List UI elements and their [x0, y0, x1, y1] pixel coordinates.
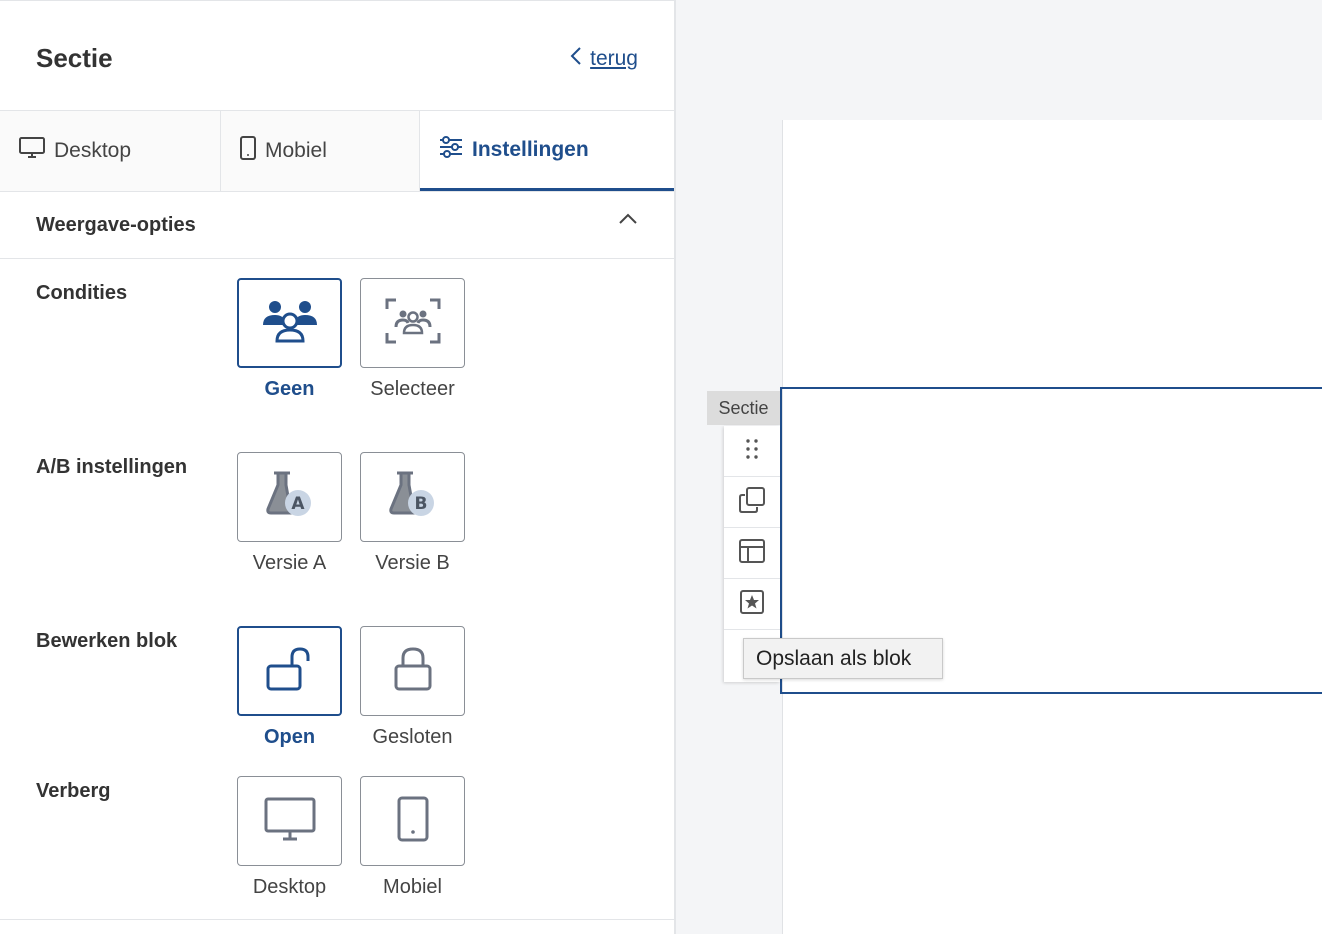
tab-mobiel-label: Mobiel	[265, 139, 327, 162]
tab-bar: Desktop Mobiel Instellingen	[0, 111, 674, 192]
option-versie-a[interactable]: A Versie A	[237, 452, 342, 575]
layout-button[interactable]	[724, 528, 780, 579]
panel-header: Sectie terug	[0, 1, 674, 111]
tab-instellingen[interactable]: Instellingen	[420, 111, 674, 191]
back-link[interactable]: terug	[570, 46, 638, 72]
mobile-icon	[396, 795, 430, 848]
desktop-icon	[18, 136, 46, 166]
duplicate-icon	[738, 486, 766, 519]
option-versie-b-label: Versie B	[375, 552, 450, 574]
option-selecteer-label: Selecteer	[370, 378, 455, 400]
row-label-ab: A/B instellingen	[36, 456, 188, 478]
mobile-icon	[239, 135, 257, 167]
option-gesloten[interactable]: Gesloten	[360, 626, 465, 749]
svg-text:A: A	[291, 494, 305, 514]
save-block-button[interactable]	[724, 579, 780, 630]
option-verberg-mobiel[interactable]: Mobiel	[360, 776, 465, 899]
option-versie-b[interactable]: B Versie B	[360, 452, 465, 575]
desktop-icon	[263, 796, 317, 847]
section-tag: Sectie	[707, 391, 780, 425]
duplicate-button[interactable]	[724, 477, 780, 528]
option-geen[interactable]: Geen	[237, 278, 342, 401]
row-label-bewerken: Bewerken blok	[36, 630, 178, 652]
flask-a-icon: A	[265, 469, 315, 526]
option-verberg-mobiel-label: Mobiel	[383, 876, 442, 898]
sliders-icon	[438, 135, 464, 165]
section-title: Weergave-opties	[36, 214, 196, 236]
panel-title: Sectie	[36, 43, 113, 73]
option-verberg-desktop[interactable]: Desktop	[237, 776, 342, 899]
tooltip: Opslaan als blok	[743, 638, 943, 679]
option-open[interactable]: Open	[237, 626, 342, 749]
option-gesloten-label: Gesloten	[372, 726, 453, 748]
chevron-left-icon	[570, 46, 582, 72]
divider	[0, 919, 674, 920]
lock-icon	[393, 646, 433, 697]
drag-handle-button[interactable]	[724, 426, 780, 477]
row-label-condities: Condities	[36, 282, 128, 304]
weergave-opties-header[interactable]: Weergave-opties	[0, 192, 674, 259]
layout-icon	[738, 538, 766, 569]
unlock-icon	[265, 646, 315, 697]
back-link-label: terug	[590, 47, 638, 70]
option-selecteer[interactable]: Selecteer	[360, 278, 465, 401]
flask-b-icon: B	[388, 469, 438, 526]
users-scan-icon	[384, 297, 442, 350]
tab-desktop-label: Desktop	[54, 139, 132, 162]
settings-panel: Sectie terug Desktop Mobiel Instellingen	[0, 0, 676, 934]
tab-instellingen-label: Instellingen	[472, 137, 589, 161]
tab-desktop[interactable]: Desktop	[0, 111, 221, 191]
svg-text:B: B	[414, 494, 427, 514]
users-icon	[261, 297, 319, 350]
tab-mobiel[interactable]: Mobiel	[221, 111, 420, 191]
row-label-verberg: Verberg	[36, 780, 111, 802]
save-block-icon	[739, 589, 765, 620]
chevron-up-icon	[618, 212, 638, 231]
drag-handle-icon	[745, 438, 759, 465]
